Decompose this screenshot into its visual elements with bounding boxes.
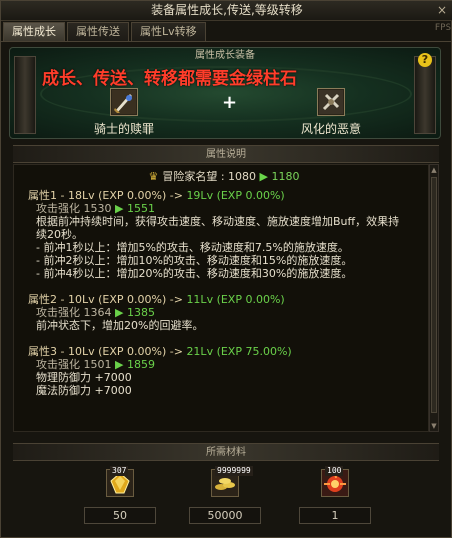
- adventurer-fame-row: ♛ 冒险家名望 : 1080 ▶ 1180: [28, 169, 420, 185]
- tab-attribute-growth[interactable]: 属性成长: [3, 22, 65, 41]
- attribute-1-arrow: ->: [169, 189, 183, 202]
- attribute-3-title: 属性3 - 10Lv (EXP 0.00%) -> 21Lv (EXP 75.0…: [28, 345, 420, 358]
- attribute-3-stat-next: 1859: [126, 358, 155, 371]
- fps-label: FPS: [434, 23, 451, 33]
- attribute-3-stat-current: 攻击强化 1501: [36, 358, 112, 371]
- golden-beryl-owned: 307: [110, 466, 129, 476]
- attribute-2-next: 11Lv (EXP 0.00%): [186, 293, 285, 306]
- attribute-group-2: 属性2 - 10Lv (EXP 0.00%) -> 11Lv (EXP 0.00…: [28, 293, 420, 332]
- attribute-3-arrow: ->: [169, 345, 183, 358]
- golden-beryl-slot[interactable]: 307: [106, 466, 134, 497]
- required-materials: 307 50 9999999 50000 100 1: [13, 463, 439, 529]
- attribute-1-line-3: - 前冲4秒以上：增加20%的攻击、移动速度和30%的施放速度。: [36, 267, 353, 280]
- right-pillar-decoration: [414, 56, 436, 134]
- required-materials-header: 所需材料: [13, 443, 439, 461]
- banner-header: 属性成长装备: [195, 50, 255, 61]
- attribute-2-stat-current: 攻击强化 1364: [36, 306, 112, 319]
- attribute-1-current: 属性1 - 18Lv (EXP 0.00%): [28, 189, 167, 202]
- gold-slot[interactable]: 9999999: [211, 466, 253, 497]
- attribute-2-current: 属性2 - 10Lv (EXP 0.00%): [28, 293, 167, 306]
- attribute-3-current: 属性3 - 10Lv (EXP 0.00%): [28, 345, 167, 358]
- scroll-down-icon[interactable]: ▼: [430, 421, 438, 431]
- attribute-1-line-1: - 前冲1秒以上：增加5%的攻击、移动速度和7.5%的施放速度。: [36, 241, 349, 254]
- attribute-2-title: 属性2 - 10Lv (EXP 0.00%) -> 11Lv (EXP 0.00…: [28, 293, 420, 306]
- equipment-slot-left[interactable]: [110, 88, 138, 116]
- explosion-stone-required: 1: [299, 507, 371, 524]
- attribute-2-description: 前冲状态下，增加20%的回避率。: [36, 319, 204, 332]
- attribute-1-line-2: - 前冲2秒以上：增加10%的攻击、移动速度和15%的施放速度。: [36, 254, 353, 267]
- attribute-1-title: 属性1 - 18Lv (EXP 0.00%) -> 19Lv (EXP 0.00…: [28, 189, 420, 202]
- window-title: 装备属性成长,传送,等级转移: [151, 3, 303, 17]
- fame-arrow-icon: ▶: [259, 170, 269, 183]
- fame-new-value: 1180: [271, 170, 300, 183]
- attribute-1-stat-arrow: ▶: [115, 202, 124, 215]
- fame-label: 冒险家名望 : 1080: [162, 170, 257, 183]
- scroll-thumb[interactable]: [431, 177, 437, 413]
- attribute-3-line-1: 物理防御力 +7000: [36, 371, 132, 384]
- tab-attribute-transfer[interactable]: 属性传送: [67, 22, 129, 41]
- scroll-up-icon[interactable]: ▲: [430, 165, 438, 175]
- attribute-2-stat: 攻击强化 1364 ▶ 1385: [28, 306, 420, 319]
- weathered-malice-icon: [319, 90, 343, 114]
- attribute-3-line-2: 魔法防御力 +7000: [36, 384, 132, 397]
- gold-required: 50000: [189, 507, 261, 524]
- plus-sign: +: [222, 92, 238, 113]
- tab-divider: [1, 41, 452, 42]
- attribute-1-stat-next: 1551: [126, 202, 155, 215]
- help-icon[interactable]: ?: [418, 53, 432, 67]
- attribute-3-stat-arrow: ▶: [115, 358, 124, 371]
- attribute-group-1: 属性1 - 18Lv (EXP 0.00%) -> 19Lv (EXP 0.00…: [28, 189, 420, 280]
- fame-icon: ♛: [148, 170, 159, 183]
- tab-bar: 属性成长 属性传送 属性Lv转移: [3, 22, 206, 41]
- attribute-2-stat-next: 1385: [126, 306, 155, 319]
- gold-owned: 9999999: [215, 466, 253, 476]
- left-item-name: 骑士的赎罪: [93, 122, 154, 136]
- title-bar: 装备属性成长,传送,等级转移 ×: [1, 1, 452, 21]
- golden-beryl-required: 50: [84, 507, 156, 524]
- right-item-name: 风化的恶意: [300, 122, 361, 136]
- equipment-slot-right[interactable]: [317, 88, 345, 116]
- attribute-2-stat-arrow: ▶: [115, 306, 124, 319]
- left-pillar-decoration: [14, 56, 36, 134]
- attribute-2-arrow: ->: [169, 293, 183, 306]
- attribute-1-next: 19Lv (EXP 0.00%): [186, 189, 285, 202]
- explosion-stone-owned: 100: [325, 466, 344, 476]
- attribute-description-header: 属性说明: [13, 145, 439, 163]
- close-button[interactable]: ×: [435, 3, 449, 17]
- attribute-3-stat: 攻击强化 1501 ▶ 1859: [28, 358, 420, 371]
- attribute-group-3: 属性3 - 10Lv (EXP 0.00%) -> 21Lv (EXP 75.0…: [28, 345, 420, 397]
- growth-equipment-banner: 属性成长装备 成长、传送、转移都需要金绿柱石 ? + 骑士的赎罪 风化的恶意: [9, 47, 441, 139]
- banner-slogan: 成长、传送、转移都需要金绿柱石: [42, 69, 297, 89]
- attribute-1-stat: 攻击强化 1530 ▶ 1551: [28, 202, 420, 215]
- attribute-1-stat-current: 攻击强化 1530: [36, 202, 112, 215]
- tab-attribute-level-transfer[interactable]: 属性Lv转移: [131, 22, 206, 41]
- attribute-1-description: 根据前冲持续时间，获得攻击速度、移动速度、施放速度增加Buff，效果持续20秒。: [36, 215, 400, 241]
- attribute-description-panel: ♛ 冒险家名望 : 1080 ▶ 1180 属性1 - 18Lv (EXP 0.0…: [13, 164, 429, 432]
- attribute-scrollbar[interactable]: ▲ ▼: [429, 164, 439, 432]
- knight-redemption-icon: [112, 90, 136, 114]
- explosion-stone-slot[interactable]: 100: [321, 466, 349, 497]
- attribute-3-next: 21Lv (EXP 75.00%): [186, 345, 292, 358]
- equipment-attribute-window: 装备属性成长,传送,等级转移 × FPS 属性成长 属性传送 属性Lv转移 属性…: [0, 0, 452, 538]
